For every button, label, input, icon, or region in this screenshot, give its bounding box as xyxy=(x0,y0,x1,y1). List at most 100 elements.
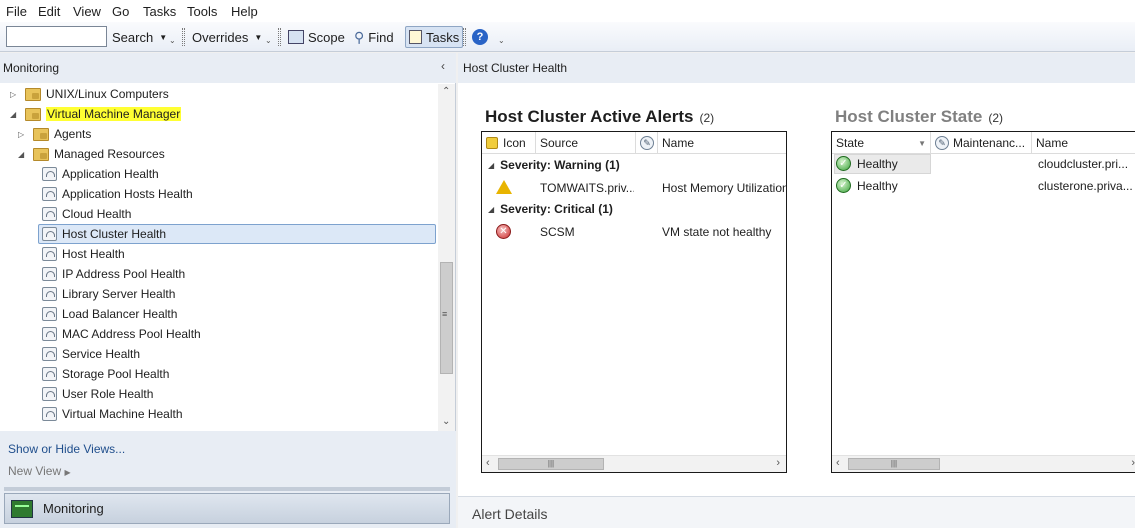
scrollbar-thumb[interactable]: ≡ xyxy=(440,262,453,374)
navigation-pane: Monitoring ‹ ▷ UNIX/Linux Computers ◢ Vi… xyxy=(0,53,456,528)
column-maintenance[interactable]: ✎ Maintenanc... xyxy=(931,132,1032,154)
column-icon[interactable]: Icon xyxy=(482,132,536,154)
folder-icon xyxy=(25,107,41,121)
tree-item-application-health[interactable]: Application Health xyxy=(42,164,159,184)
collapse-pane-icon[interactable]: ‹ xyxy=(441,59,445,73)
column-source[interactable]: Source xyxy=(536,132,636,154)
tree-item-user-role-health[interactable]: User Role Health xyxy=(42,384,153,404)
state-horizontal-scrollbar[interactable]: ‹ ||| › xyxy=(832,455,1135,472)
tree-item-library-server-health[interactable]: Library Server Health xyxy=(42,284,175,304)
chevron-down-icon: ▼ xyxy=(159,32,168,42)
collapse-icon[interactable]: ◢ xyxy=(18,150,28,159)
scope-label: Scope xyxy=(308,29,345,45)
tree-item-unix-linux[interactable]: ▷ UNIX/Linux Computers xyxy=(10,84,169,104)
collapse-icon[interactable]: ◢ xyxy=(10,110,20,119)
search-input[interactable] xyxy=(6,26,107,47)
state-cell[interactable]: ✓ Healthy xyxy=(836,178,898,193)
state-count: (2) xyxy=(988,111,1004,125)
menu-edit[interactable]: Edit xyxy=(38,4,60,19)
tree-item-application-hosts-health[interactable]: Application Hosts Health xyxy=(42,184,193,204)
tree-scrollbar[interactable]: ⌃ ≡ ⌄ xyxy=(438,84,455,431)
search-button[interactable]: Search ▼ xyxy=(109,26,170,48)
scroll-up-icon[interactable]: ⌃ xyxy=(442,86,450,97)
state-label: Healthy xyxy=(857,178,898,193)
splitter[interactable] xyxy=(4,487,450,491)
column-name[interactable]: Name xyxy=(1032,132,1135,154)
scroll-right-icon[interactable]: › xyxy=(1131,457,1135,469)
tree-item-storage-pool-health[interactable]: Storage Pool Health xyxy=(42,364,169,384)
menu-view[interactable]: View xyxy=(73,4,101,19)
maintenance-icon: ✎ xyxy=(935,136,949,150)
state-view-icon xyxy=(42,267,57,281)
overflow-arrow-icon[interactable]: ⌄ xyxy=(265,36,272,45)
overrides-button[interactable]: Overrides ▼ xyxy=(189,26,265,48)
tasks-label: Tasks xyxy=(426,29,460,45)
expand-icon[interactable]: ▷ xyxy=(18,130,28,139)
menu-file[interactable]: File xyxy=(6,4,27,19)
overflow-arrow-icon[interactable]: ⌄ xyxy=(169,36,176,45)
scrollbar-thumb[interactable]: ||| xyxy=(498,458,604,470)
tree-item-virtual-machine-health[interactable]: Virtual Machine Health xyxy=(42,404,183,424)
alert-details-title: Alert Details xyxy=(472,506,548,522)
search-label: Search xyxy=(112,29,154,45)
tree-item-ip-address-pool-health[interactable]: IP Address Pool Health xyxy=(42,264,185,284)
tree-item-mac-address-pool-health[interactable]: MAC Address Pool Health xyxy=(42,324,201,344)
show-hide-views-link[interactable]: Show or Hide Views... xyxy=(8,442,125,456)
menu-help[interactable]: Help xyxy=(231,4,258,19)
group-warning[interactable]: ◢ Severity: Warning (1) xyxy=(488,158,620,172)
tasks-button[interactable]: Tasks xyxy=(405,26,464,48)
find-button[interactable]: ⚲ Find xyxy=(351,26,397,48)
tree-item-cloud-health[interactable]: Cloud Health xyxy=(42,204,131,224)
state-cell[interactable]: ✓ Healthy xyxy=(836,156,898,171)
overflow-arrow-icon[interactable]: ⌄ xyxy=(498,36,505,45)
collapse-icon[interactable]: ◢ xyxy=(488,205,494,214)
menu-tasks[interactable]: Tasks xyxy=(143,4,176,19)
alert-source[interactable]: SCSM xyxy=(540,225,634,239)
menu-go[interactable]: Go xyxy=(112,4,129,19)
navigation-header: Monitoring ‹ xyxy=(0,53,456,83)
maintenance-icon: ✎ xyxy=(640,136,654,150)
scroll-down-icon[interactable]: ⌄ xyxy=(442,416,450,427)
tree-item-load-balancer-health[interactable]: Load Balancer Health xyxy=(42,304,177,324)
scrollbar-thumb[interactable]: ||| xyxy=(848,458,940,470)
help-button[interactable]: ? xyxy=(469,26,491,48)
new-view-link[interactable]: New View ▶ xyxy=(8,464,71,478)
alert-name[interactable]: VM state not healthy xyxy=(662,225,786,239)
scroll-right-icon[interactable]: › xyxy=(776,457,780,469)
tree-item-label: Host Cluster Health xyxy=(62,227,167,241)
collapse-icon[interactable]: ◢ xyxy=(488,161,494,170)
tree-item-managed-resources[interactable]: ◢ Managed Resources xyxy=(18,144,165,164)
cluster-name[interactable]: clusterone.priva... xyxy=(1038,179,1134,193)
healthy-icon: ✓ xyxy=(836,156,851,171)
alerts-horizontal-scrollbar[interactable]: ‹ ||| › xyxy=(482,455,786,472)
column-state[interactable]: State ▼ xyxy=(832,132,931,154)
tree-item-label: Application Health xyxy=(62,167,159,181)
state-view-icon xyxy=(42,227,57,241)
menu-tools[interactable]: Tools xyxy=(187,4,217,19)
group-critical[interactable]: ◢ Severity: Critical (1) xyxy=(488,202,613,216)
state-view-icon xyxy=(42,407,57,421)
tree-item-virtual-machine-manager[interactable]: ◢ Virtual Machine Manager xyxy=(10,104,182,124)
column-name[interactable]: Name xyxy=(658,132,788,154)
column-maintenance[interactable]: ✎ xyxy=(636,132,658,154)
tree-item-label: Storage Pool Health xyxy=(62,367,170,381)
alert-name[interactable]: Host Memory Utilization xyxy=(662,181,786,195)
scroll-left-icon[interactable]: ‹ xyxy=(836,457,840,469)
scope-button[interactable]: Scope xyxy=(285,26,348,48)
expand-icon[interactable]: ▷ xyxy=(10,90,20,99)
monitoring-workspace-button[interactable]: Monitoring xyxy=(4,493,450,524)
critical-icon: ✕ xyxy=(496,224,511,239)
tree-item-host-cluster-health[interactable]: Host Cluster Health xyxy=(38,224,436,244)
tree-item-agents[interactable]: ▷ Agents xyxy=(18,124,91,144)
state-view-icon xyxy=(42,207,57,221)
tree-item-service-health[interactable]: Service Health xyxy=(42,344,140,364)
tree-item-label: Cloud Health xyxy=(62,207,132,221)
sort-arrow-icon: ▼ xyxy=(918,138,926,148)
cluster-name[interactable]: cloudcluster.pri... xyxy=(1038,157,1134,171)
scroll-left-icon[interactable]: ‹ xyxy=(486,457,490,469)
tree-item-host-health[interactable]: Host Health xyxy=(42,244,125,264)
state-view-icon xyxy=(42,367,57,381)
chevron-down-icon: ▼ xyxy=(254,32,263,42)
column-label: State xyxy=(836,136,865,150)
alert-source[interactable]: TOMWAITS.priv... xyxy=(540,181,634,195)
